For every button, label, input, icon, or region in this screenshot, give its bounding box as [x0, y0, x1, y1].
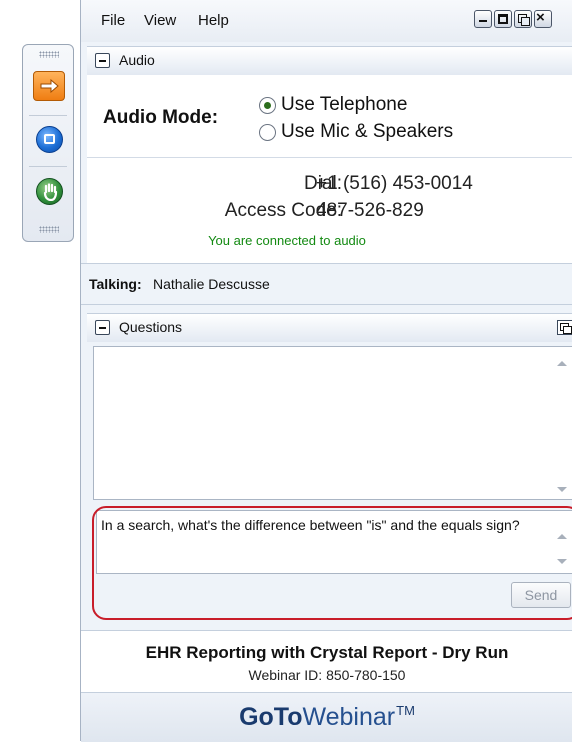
menu-file[interactable]: File	[101, 12, 125, 29]
talking-label: Talking:	[89, 276, 142, 292]
questions-section-title: Questions	[119, 319, 183, 335]
collapse-audio-icon[interactable]	[95, 53, 110, 68]
menu-view[interactable]: View	[144, 12, 176, 29]
dial-number: +1 (516) 453-0014	[316, 173, 473, 194]
audio-divider	[87, 157, 572, 158]
access-code-value: 487-526-829	[316, 200, 424, 221]
radio-use-mic-speakers[interactable]: Use Mic & Speakers	[259, 121, 453, 143]
radio-telephone-label: Use Telephone	[281, 94, 408, 115]
close-icon[interactable]: ×	[534, 9, 552, 28]
grabber-divider	[29, 166, 67, 167]
session-title: EHR Reporting with Crystal Report - Dry …	[145, 643, 509, 662]
gotowebinar-logo: GoToWebinarTM	[239, 703, 415, 731]
talking-bar: Talking: Nathalie Descusse	[81, 263, 572, 305]
window-controls: ×	[474, 9, 552, 32]
webinar-id: Webinar ID: 850-780-150	[248, 667, 406, 683]
menu-help[interactable]: Help	[198, 12, 229, 29]
brand-bar: GoToWebinarTM	[81, 692, 572, 742]
control-grabber[interactable]	[22, 44, 74, 242]
restore-icon[interactable]	[494, 10, 512, 28]
audio-panel: Audio Mode: Use Telephone Use Mic & Spea…	[87, 75, 572, 263]
screen-sharing-button[interactable]	[33, 124, 65, 154]
radio-selected-icon[interactable]	[259, 96, 276, 114]
audio-mode-label: Audio Mode:	[103, 107, 219, 128]
grabber-divider	[29, 115, 67, 116]
audio-section-header[interactable]: Audio	[87, 46, 572, 76]
grip-handle-top[interactable]	[39, 51, 59, 58]
menu-bar: File View Help ×	[81, 0, 572, 42]
collapse-questions-icon[interactable]	[95, 320, 110, 335]
session-info: EHR Reporting with Crystal Report - Dry …	[81, 630, 572, 693]
questions-section-header[interactable]: Questions	[87, 313, 572, 343]
control-panel: File View Help × Audio Audio Mode: Use T…	[80, 0, 572, 742]
audio-section-title: Audio	[119, 52, 155, 68]
arrow-icon	[40, 79, 59, 93]
minimize-icon[interactable]	[474, 10, 492, 28]
radio-use-telephone[interactable]: Use Telephone	[259, 94, 407, 116]
radio-mic-label: Use Mic & Speakers	[281, 121, 454, 142]
popout-questions-icon[interactable]	[557, 320, 572, 335]
question-highlight-annotation	[92, 506, 572, 620]
audio-status: You are connected to audio	[208, 233, 366, 248]
talking-name: Nathalie Descusse	[153, 276, 270, 292]
raise-hand-icon	[36, 178, 63, 205]
show-hide-panel-button[interactable]	[33, 71, 65, 101]
questions-log[interactable]	[93, 346, 572, 500]
raise-hand-button[interactable]	[33, 176, 65, 206]
grip-handle-bottom[interactable]	[39, 226, 59, 233]
screen-sharing-icon	[36, 126, 63, 153]
radio-unselected-icon[interactable]	[259, 123, 276, 141]
popout-icon[interactable]	[514, 10, 532, 28]
